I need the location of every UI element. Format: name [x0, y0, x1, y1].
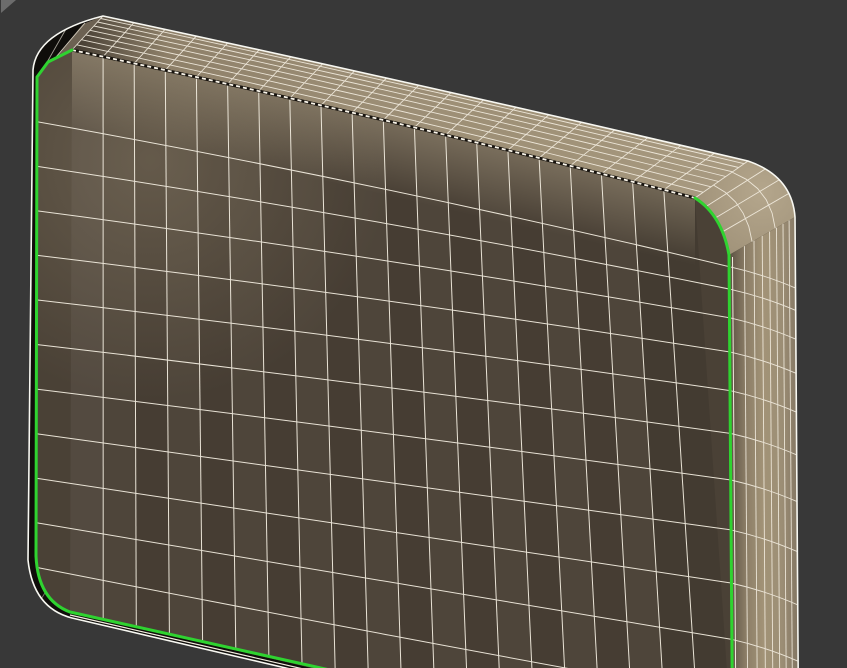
- viewport-canvas[interactable]: [0, 0, 847, 668]
- viewport-3d[interactable]: [0, 0, 847, 668]
